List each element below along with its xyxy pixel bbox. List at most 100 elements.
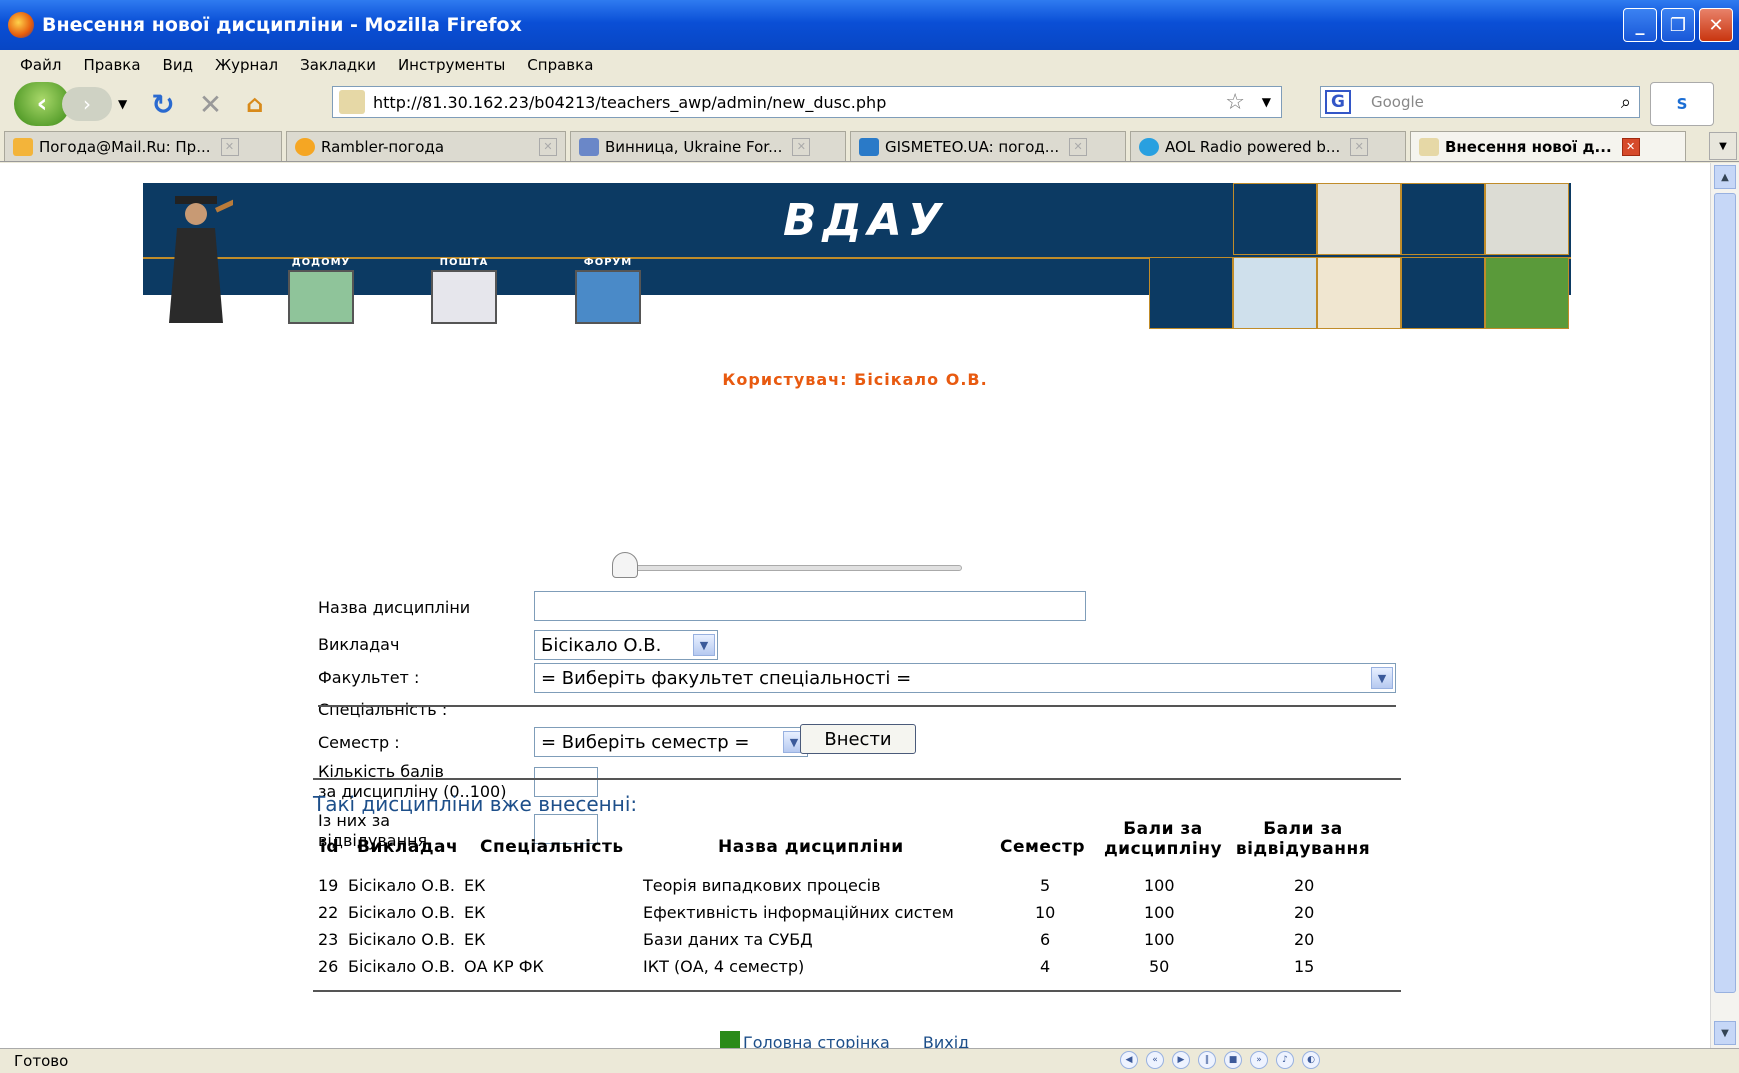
- menu-file[interactable]: Файл: [20, 56, 61, 74]
- header-semester: Семестр: [1000, 837, 1086, 857]
- teacher-select[interactable]: Бісікало О.В. ▼: [534, 630, 718, 660]
- media-prev-icon[interactable]: ◀: [1120, 1051, 1138, 1069]
- semester-select-value[interactable]: = Виберіть семестр =: [541, 732, 750, 753]
- home-arrow-icon[interactable]: [720, 1031, 740, 1048]
- navigation-toolbar: ‹ › ▼ ↻ ✕ ⌂ http://81.30.162.23/b04213/t…: [0, 80, 1739, 128]
- tab-close-icon[interactable]: ✕: [220, 137, 239, 156]
- cell-id: 22: [318, 903, 339, 922]
- bookmark-star-icon[interactable]: ☆: [1225, 90, 1245, 115]
- tab-rambler[interactable]: Rambler-погода ✕: [286, 131, 566, 161]
- address-url[interactable]: http://81.30.162.23/b04213/teachers_awp/…: [373, 93, 886, 112]
- exit-link[interactable]: Вихід: [923, 1033, 969, 1048]
- search-bar[interactable]: G Google ⌕: [1320, 86, 1640, 118]
- nav-mail-link[interactable]: ПОШТА: [431, 257, 497, 324]
- addon-icon[interactable]: S: [1650, 82, 1714, 126]
- cell-points: 100: [1144, 930, 1175, 949]
- menu-history[interactable]: Журнал: [215, 56, 278, 74]
- house-icon[interactable]: [288, 270, 354, 324]
- tab-close-icon[interactable]: ✕: [1069, 137, 1088, 156]
- nav-forum-link[interactable]: ФОРУМ: [575, 257, 641, 324]
- tab-label: Rambler-погода: [321, 137, 445, 156]
- search-icon[interactable]: ⌕: [1621, 92, 1631, 113]
- tab-vinnytsia[interactable]: Винница, Ukraine For... ✕: [570, 131, 846, 161]
- media-play-icon[interactable]: ▶: [1172, 1051, 1190, 1069]
- history-dropdown-icon[interactable]: ▼: [118, 97, 127, 111]
- scrollbar-thumb[interactable]: [1714, 193, 1736, 993]
- media-rewind-icon[interactable]: «: [1146, 1051, 1164, 1069]
- menu-view[interactable]: Вид: [163, 56, 193, 74]
- tab-aol-radio[interactable]: AOL Radio powered b... ✕: [1130, 131, 1406, 161]
- header-attendance-line1: Бали за: [1263, 819, 1343, 839]
- cell-teacher: Бісікало О.В.: [348, 957, 455, 976]
- attendance-slider-track[interactable]: [612, 565, 962, 571]
- people-icon[interactable]: [575, 270, 641, 324]
- media-pause-icon[interactable]: ‖: [1198, 1051, 1216, 1069]
- tab-new-discipline[interactable]: Внесення нової д... ✕: [1410, 131, 1686, 161]
- existing-disciplines-title: Такі дисципліни вже внесенні:: [313, 792, 638, 816]
- cell-attendance: 20: [1294, 903, 1315, 922]
- faculty-select-value[interactable]: = Виберіть факультет спеціальності =: [541, 668, 911, 689]
- cell-teacher: Бісікало О.В.: [348, 930, 455, 949]
- cell-semester: 10: [1035, 903, 1056, 922]
- scroll-down-icon[interactable]: ▼: [1714, 1021, 1736, 1045]
- site-icon: [1419, 137, 1439, 156]
- attendance-slider-thumb[interactable]: [612, 552, 638, 578]
- submit-button[interactable]: Внести: [800, 724, 916, 754]
- media-next-icon[interactable]: »: [1250, 1051, 1268, 1069]
- menu-bookmarks[interactable]: Закладки: [300, 56, 376, 74]
- cell-teacher: Бісікало О.В.: [348, 876, 455, 895]
- menu-tools[interactable]: Инструменты: [398, 56, 505, 74]
- menu-edit[interactable]: Правка: [83, 56, 140, 74]
- gismeteo-icon: [859, 137, 879, 156]
- address-bar[interactable]: http://81.30.162.23/b04213/teachers_awp/…: [332, 86, 1282, 118]
- media-note-icon[interactable]: ♪: [1276, 1051, 1294, 1069]
- nav-home-link[interactable]: ДОДОМУ: [288, 257, 354, 324]
- desk-illustration-icon: [1317, 183, 1401, 255]
- semester-select[interactable]: = Виберіть семестр = ▼: [534, 727, 808, 757]
- teacher-select-value[interactable]: Бісікало О.В.: [541, 635, 661, 656]
- cell-specialty: ЕК: [464, 876, 486, 895]
- stop-icon[interactable]: ✕: [199, 88, 222, 121]
- tab-label: GISMETEO.UA: погод...: [885, 137, 1060, 156]
- tab-close-icon[interactable]: ✕: [1621, 137, 1640, 156]
- cell-attendance: 20: [1294, 930, 1315, 949]
- media-volume-icon[interactable]: ◐: [1302, 1051, 1320, 1069]
- tab-gismeteo[interactable]: GISMETEO.UA: погод... ✕: [850, 131, 1126, 161]
- home-icon[interactable]: ⌂: [246, 90, 263, 118]
- home-page-link[interactable]: Головна сторінка: [743, 1033, 890, 1048]
- tab-close-icon[interactable]: ✕: [792, 137, 811, 156]
- close-button[interactable]: ✕: [1699, 8, 1733, 42]
- scroll-up-icon[interactable]: ▲: [1714, 165, 1736, 189]
- cell-id: 19: [318, 876, 339, 895]
- chevron-down-icon[interactable]: ▼: [1371, 667, 1393, 689]
- faculty-select[interactable]: = Виберіть факультет спеціальності = ▼: [534, 663, 1396, 693]
- cell-discipline-name: ІКТ (ОА, 4 семестр): [643, 957, 805, 976]
- chevron-down-icon[interactable]: ▼: [693, 634, 715, 656]
- tab-list-dropdown-icon[interactable]: ▼: [1709, 132, 1737, 160]
- menu-help[interactable]: Справка: [527, 56, 593, 74]
- footer-links: Головна сторінка Вихід: [720, 1031, 969, 1048]
- teacher-label: Викладач: [318, 635, 400, 654]
- site-identity-icon[interactable]: [339, 90, 365, 114]
- envelope-icon[interactable]: [431, 270, 497, 324]
- site-banner: ВДАУ ДОДОМУ ПОШТА ФОРУМ: [143, 183, 1571, 331]
- tab-close-icon[interactable]: ✕: [1350, 137, 1369, 156]
- table-divider: [313, 990, 1401, 992]
- status-bar: Готово ◀ « ▶ ‖ ■ » ♪ ◐: [0, 1048, 1739, 1073]
- google-search-engine-icon[interactable]: G: [1325, 90, 1351, 114]
- tab-pogoda-mail[interactable]: Погода@Mail.Ru: Пр... ✕: [4, 131, 282, 161]
- reload-icon[interactable]: ↻: [151, 88, 174, 121]
- media-stop-icon[interactable]: ■: [1224, 1051, 1242, 1069]
- tab-close-icon[interactable]: ✕: [539, 137, 557, 156]
- vertical-scrollbar[interactable]: ▲ ▼: [1710, 163, 1739, 1048]
- forward-button[interactable]: ›: [62, 87, 112, 121]
- maximize-button[interactable]: ❐: [1661, 8, 1695, 42]
- tab-label: Внесення нової д...: [1445, 137, 1612, 156]
- minimize-button[interactable]: _: [1623, 8, 1657, 42]
- header-attendance: Бали за відвідування: [1228, 819, 1378, 859]
- url-dropdown-icon[interactable]: ▼: [1262, 95, 1271, 109]
- cell-specialty: ЕК: [464, 903, 486, 922]
- header-points-line1: Бали за: [1123, 819, 1203, 839]
- discipline-name-input[interactable]: [534, 591, 1086, 621]
- search-placeholder[interactable]: Google: [1371, 93, 1424, 111]
